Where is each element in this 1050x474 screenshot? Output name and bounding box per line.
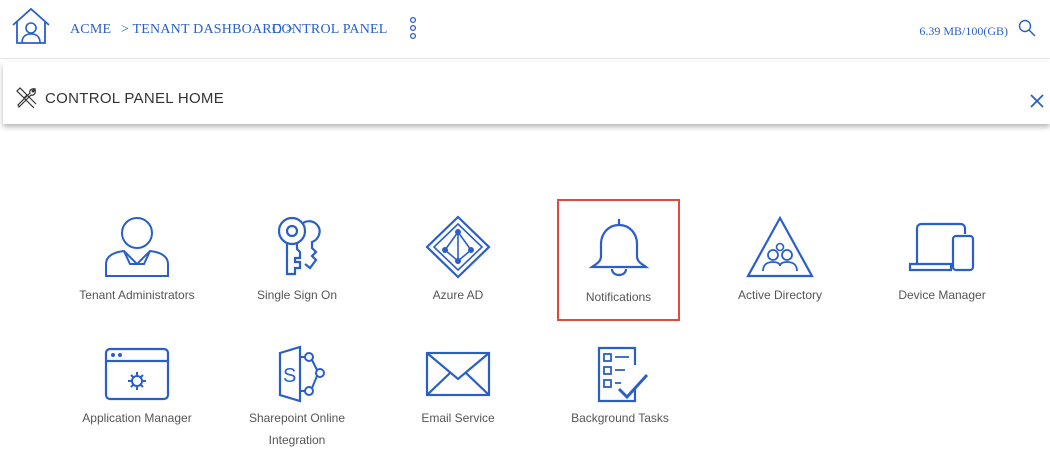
storage-usage: 6.39 MB/100(GB) (919, 24, 1008, 38)
tile-azure-ad[interactable]: Azure AD (383, 214, 533, 306)
app-window-gear-icon (104, 347, 170, 401)
search-icon[interactable] (1018, 19, 1036, 37)
home-icon[interactable] (9, 5, 53, 47)
breadcrumb-acme[interactable]: ACME (70, 22, 111, 38)
tools-icon (16, 87, 37, 109)
tile-label: Active Directory (737, 288, 823, 302)
tile-label: Email Service (421, 411, 495, 425)
keys-icon (277, 216, 321, 276)
tile-active-directory[interactable]: Active Directory (705, 214, 855, 306)
tile-notifications[interactable]: Notifications (557, 199, 680, 321)
tile-label: Tenant Administrators (79, 288, 195, 302)
tile-application-manager[interactable]: Application Manager (62, 345, 212, 429)
envelope-icon (425, 351, 491, 397)
tile-device-manager[interactable]: Device Manager (867, 214, 1017, 306)
tile-label: Application Manager (82, 411, 192, 425)
azure-ad-icon (425, 215, 491, 279)
checklist-icon (597, 346, 649, 403)
control-panel-header: CONTROL PANEL HOME (3, 62, 1050, 124)
tile-sharepoint-online-integration[interactable]: S Sharepoint Online Integration (222, 345, 372, 451)
more-vertical-icon[interactable] (408, 16, 418, 42)
breadcrumb-tenant-dashboard[interactable]: > TENANT DASHBOARD > (121, 22, 294, 38)
bell-icon (588, 219, 649, 277)
tile-label: Notifications (585, 290, 652, 304)
close-icon[interactable] (1030, 94, 1044, 108)
tile-label: Single Sign On (256, 288, 338, 302)
breadcrumb-control-panel[interactable]: CONTROL PANEL (272, 22, 388, 38)
sharepoint-icon: S (278, 345, 325, 403)
tile-tenant-administrators[interactable]: Tenant Administrators (62, 214, 212, 306)
top-bar: ACME > TENANT DASHBOARD > CONTROL PANEL … (0, 0, 1050, 59)
tile-label: Azure AD (432, 288, 484, 302)
devices-icon (908, 222, 975, 272)
tile-single-sign-on[interactable]: Single Sign On (222, 214, 372, 306)
page-title: CONTROL PANEL HOME (45, 90, 225, 107)
tile-email-service[interactable]: Email Service (383, 345, 533, 429)
active-directory-icon (746, 215, 814, 278)
tile-background-tasks[interactable]: Background Tasks (545, 345, 695, 429)
tile-label: Background Tasks (571, 411, 669, 425)
user-admin-icon (105, 217, 169, 277)
tile-label: Sharepoint Online Integration (248, 411, 346, 447)
tile-label: Device Manager (898, 288, 986, 302)
svg-text:S: S (283, 365, 296, 387)
